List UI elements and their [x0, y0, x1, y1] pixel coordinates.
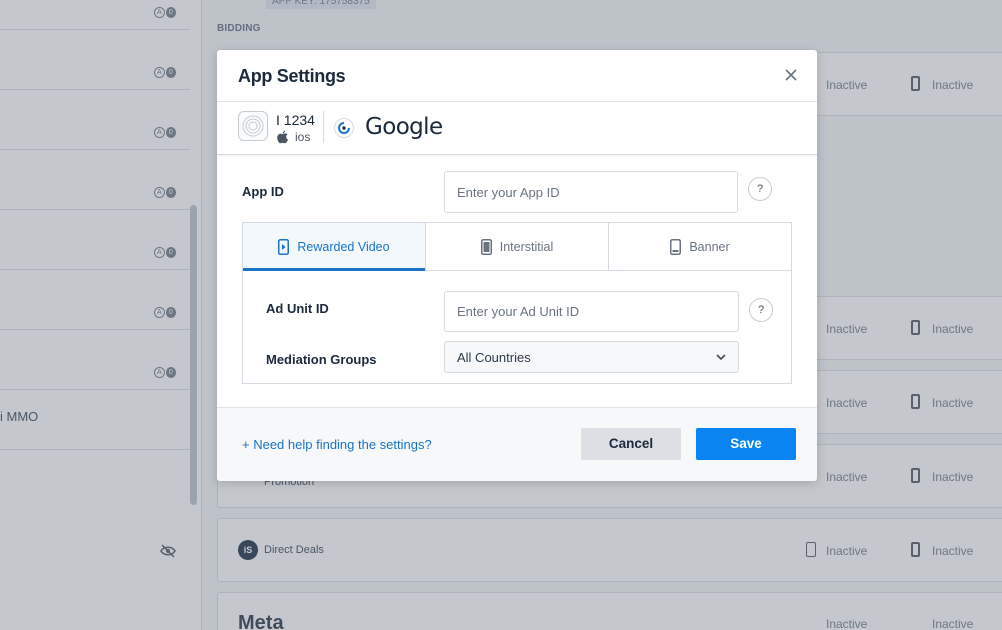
divider — [323, 111, 324, 143]
modal-title: App Settings — [238, 66, 346, 86]
tab-rewarded-video[interactable]: Rewarded Video — [243, 223, 426, 271]
select-value: All Countries — [457, 349, 531, 365]
modal-header: App Settings — [217, 50, 817, 102]
app-id-input[interactable] — [444, 171, 738, 213]
app-platform: ios — [276, 130, 310, 144]
rewarded-video-icon — [278, 238, 290, 255]
app-settings-modal: App Settings I 1234 ios Google App ID En… — [217, 50, 817, 481]
close-icon[interactable] — [783, 67, 799, 83]
app-info-bar: I 1234 ios Google — [217, 102, 817, 155]
tab-label: Rewarded Video — [297, 239, 390, 254]
mediation-groups-select[interactable]: All Countries — [444, 341, 739, 373]
network-logo-icon — [334, 118, 354, 138]
chevron-down-icon — [716, 354, 726, 360]
tab-interstitial[interactable]: Interstitial — [426, 223, 609, 270]
app-name: I 1234 — [276, 112, 315, 128]
interstitial-icon — [480, 238, 492, 255]
modal-footer: + Need help finding the settings? Cancel… — [217, 407, 817, 481]
save-button[interactable]: Save — [696, 428, 796, 460]
app-id-label: App ID — [242, 184, 284, 199]
ad-unit-id-label: Ad Unit ID — [266, 301, 329, 316]
tab-label: Interstitial — [499, 239, 554, 254]
banner-icon — [670, 238, 682, 255]
tab-banner[interactable]: Banner — [609, 223, 791, 270]
ad-unit-id-input[interactable] — [444, 291, 739, 332]
ad-format-tabs: Rewarded Video Interstitial Banner — [243, 223, 791, 271]
apple-icon — [277, 130, 288, 144]
app-placeholder-icon — [242, 115, 264, 137]
help-finding-settings-link[interactable]: + Need help finding the settings? — [242, 437, 432, 452]
ad-unit-help-icon[interactable]: ? — [749, 298, 773, 322]
app-os-label: ios — [295, 130, 311, 144]
network-name: Google — [365, 114, 443, 140]
mediation-groups-label: Mediation Groups — [266, 352, 377, 367]
admob-icon — [338, 122, 350, 134]
app-icon — [238, 111, 268, 141]
ad-unit-tabs-panel: Rewarded Video Interstitial Banner Ad Un… — [242, 222, 792, 384]
cancel-button[interactable]: Cancel — [581, 428, 681, 460]
tab-label: Banner — [689, 239, 730, 254]
modal-body: App ID ? Rewarded Video Interstitia — [217, 155, 817, 407]
app-id-help-icon[interactable]: ? — [748, 177, 772, 201]
